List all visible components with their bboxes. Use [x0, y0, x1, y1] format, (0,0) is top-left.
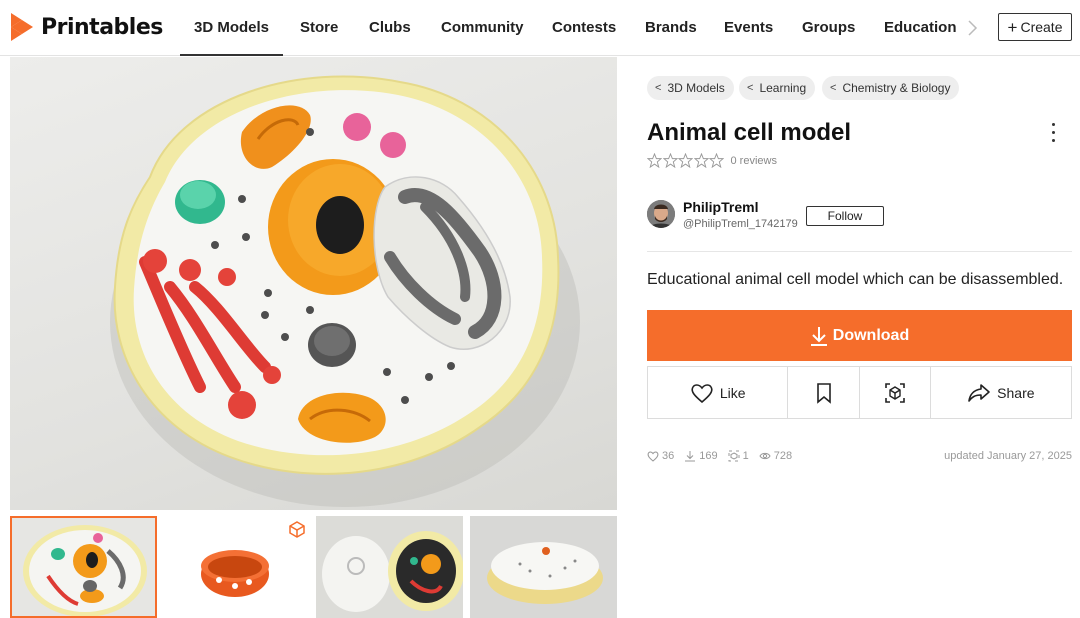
- create-label: Create: [1020, 19, 1063, 35]
- eye-icon: [759, 452, 771, 460]
- model-stats: 36 169 1 728: [647, 450, 802, 462]
- author-avatar-image: [647, 200, 675, 228]
- chevron-left-icon: <: [747, 82, 754, 94]
- breadcrumb-label: Learning: [759, 81, 807, 95]
- breadcrumb-3d-models[interactable]: <3D Models: [647, 76, 734, 100]
- 3d-cube-icon: [289, 521, 305, 538]
- reviews-count[interactable]: 0 reviews: [731, 155, 777, 167]
- nav-groups[interactable]: Groups: [802, 0, 855, 56]
- gallery-thumbnail-3[interactable]: [316, 516, 463, 618]
- 3d-view-icon: [885, 382, 905, 403]
- top-nav: Printables 3D Models Store Clubs Communi…: [0, 0, 1080, 56]
- author-name[interactable]: PhilipTreml: [683, 199, 758, 215]
- action-bar: Like Share: [647, 366, 1072, 419]
- bookmark-icon: [816, 382, 831, 404]
- nav-3d-models[interactable]: 3D Models: [180, 0, 283, 56]
- brand-name: Printables: [41, 14, 163, 40]
- chevron-right-icon[interactable]: [962, 18, 982, 38]
- heart-icon: [647, 451, 659, 462]
- nav-brands[interactable]: Brands: [645, 0, 697, 56]
- 3d-view-icon: [728, 450, 740, 462]
- gallery-thumbnail-4[interactable]: [470, 516, 617, 618]
- breadcrumb-learning[interactable]: < Learning: [739, 76, 816, 100]
- nav-events[interactable]: Events: [724, 0, 773, 56]
- main-model-image[interactable]: [10, 57, 617, 510]
- breadcrumb-chemistry-biology[interactable]: < Chemistry & Biology: [822, 76, 960, 100]
- like-label: Like: [719, 384, 746, 401]
- nav-education[interactable]: Education: [884, 0, 957, 56]
- more-options-icon[interactable]: [1044, 120, 1062, 144]
- model-title: Animal cell model: [647, 119, 852, 146]
- chevron-left-icon: <: [830, 82, 837, 94]
- nav-community[interactable]: Community: [441, 0, 524, 56]
- download-button[interactable]: Download: [647, 310, 1072, 361]
- heart-icon: [691, 383, 713, 403]
- thumbnail-cell-image: [23, 525, 147, 617]
- makes-stat: 1: [728, 450, 749, 462]
- star-icon: [709, 153, 724, 168]
- gallery-thumbnail-1[interactable]: [10, 516, 157, 618]
- follow-button[interactable]: Follow: [806, 206, 884, 226]
- updated-date: updated January 27, 2025: [944, 450, 1072, 462]
- nav-clubs[interactable]: Clubs: [369, 0, 411, 56]
- views-stat: 728: [759, 450, 792, 462]
- star-icon: [647, 153, 662, 168]
- share-label: Share: [997, 384, 1035, 401]
- views-count: 728: [773, 450, 793, 462]
- star-icon: [662, 153, 678, 168]
- rating-stars: 0 reviews: [647, 153, 777, 168]
- share-icon: [968, 383, 990, 402]
- star-icon: [693, 153, 709, 168]
- thumbnail-closed-model-image: [487, 542, 603, 604]
- star-icon: [678, 153, 693, 168]
- likes-stat: 36: [647, 450, 674, 462]
- nav-store[interactable]: Store: [300, 0, 338, 56]
- avatar[interactable]: [647, 200, 675, 228]
- 3d-view-button[interactable]: [860, 367, 931, 418]
- author-handle: @PhilipTreml_1742179: [683, 218, 798, 230]
- thumbnail-disassembled-image: [322, 531, 463, 612]
- bookmark-button[interactable]: [788, 367, 860, 418]
- nav-contests[interactable]: Contests: [552, 0, 616, 56]
- downloads-count: 169: [699, 450, 718, 462]
- makes-count: 1: [742, 450, 749, 462]
- create-button[interactable]: + Create: [998, 13, 1072, 41]
- printables-logo[interactable]: Printables: [10, 10, 163, 44]
- download-label: Download: [832, 326, 910, 344]
- animal-cell-photo: [110, 75, 580, 507]
- section-divider: [647, 251, 1072, 252]
- download-icon: [810, 326, 827, 346]
- breadcrumb-label: 3D Models: [667, 81, 725, 95]
- gallery-thumbnail-2[interactable]: [163, 516, 310, 618]
- chevron-left-icon: <: [655, 82, 662, 94]
- share-button[interactable]: Share: [931, 367, 1071, 418]
- likes-count: 36: [662, 450, 675, 462]
- breadcrumb-label: Chemistry & Biology: [842, 81, 951, 95]
- download-icon: [685, 451, 696, 462]
- model-description: Educational animal cell model which can …: [647, 271, 1064, 288]
- like-button[interactable]: Like: [648, 367, 789, 418]
- plus-icon: +: [1007, 17, 1018, 37]
- downloads-stat: 169: [684, 450, 718, 462]
- printables-logo-icon: [11, 13, 33, 41]
